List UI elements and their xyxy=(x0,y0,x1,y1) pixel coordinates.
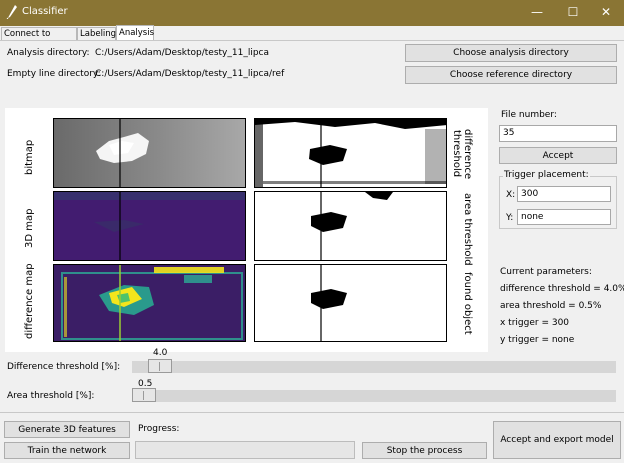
reference-directory-label: Empty line directory: xyxy=(7,69,101,79)
param-y-trigger: y trigger = none xyxy=(500,335,575,345)
area-threshold-image xyxy=(254,191,447,261)
title-bar: Classifier — ☐ ✕ xyxy=(0,0,624,26)
difference-map-image xyxy=(53,264,246,342)
map3d-label: 3D map xyxy=(24,208,35,248)
reference-directory-path: C:/Users/Adam/Desktop/testy_11_lipca/ref xyxy=(95,69,285,79)
tab-bar: Connect to server Labeling Analysis xyxy=(0,25,624,51)
found-object-label: found object xyxy=(462,271,473,335)
difference-threshold-slider[interactable] xyxy=(132,359,616,373)
difference-threshold-slider-label: Difference threshold [%]: xyxy=(7,362,121,372)
difference-threshold-image xyxy=(254,118,447,188)
found-object-image xyxy=(254,264,447,342)
analysis-directory-path: C:/Users/Adam/Desktop/testy_11_lipca xyxy=(95,48,269,58)
minimize-button[interactable]: — xyxy=(519,0,555,26)
difference-threshold-label: difference threshold xyxy=(451,128,473,180)
choose-reference-directory-button[interactable]: Choose reference directory xyxy=(405,66,617,84)
area-threshold-drawing xyxy=(311,192,393,260)
progress-label: Progress: xyxy=(138,424,180,434)
train-network-button[interactable]: Train the network xyxy=(4,442,130,459)
bitmap-label: bitmap xyxy=(24,139,35,175)
file-number-input[interactable]: 35 xyxy=(499,125,617,142)
progress-bar xyxy=(135,441,355,459)
tab-analysis[interactable]: Analysis xyxy=(116,25,154,40)
difference-threshold-slider-thumb[interactable] xyxy=(148,359,172,373)
plot-panel: bitmap 3D map difference map difference … xyxy=(5,108,488,352)
difference-map-label: difference map xyxy=(24,263,35,339)
difference-threshold-slider-value: 4.0 xyxy=(153,348,168,358)
trigger-y-input[interactable]: none xyxy=(517,209,611,225)
accept-button[interactable]: Accept xyxy=(499,147,617,164)
app-feather-icon xyxy=(6,5,17,19)
trigger-placement-label: Trigger placement: xyxy=(503,170,590,180)
area-threshold-slider-thumb[interactable] xyxy=(132,388,156,402)
tab-labeling[interactable]: Labeling xyxy=(77,27,116,40)
param-x-trigger: x trigger = 300 xyxy=(500,318,570,328)
tab-connect-to-server[interactable]: Connect to server xyxy=(1,27,77,51)
analysis-directory-label: Analysis directory: xyxy=(7,48,90,58)
choose-analysis-directory-button[interactable]: Choose analysis directory xyxy=(405,44,617,62)
window-title: Classifier xyxy=(22,6,68,17)
current-parameters-title: Current parameters: xyxy=(500,267,592,277)
trigger-y-label: Y: xyxy=(506,213,514,223)
map3d-drawing xyxy=(54,192,245,260)
found-object-drawing xyxy=(311,265,347,341)
difference-threshold-drawing xyxy=(255,119,446,187)
difference-map-drawing xyxy=(54,265,245,341)
stop-process-button[interactable]: Stop the process xyxy=(362,442,487,459)
bitmap-image xyxy=(53,118,246,188)
bottom-separator xyxy=(0,412,624,413)
trigger-x-label: X: xyxy=(506,190,516,200)
param-difference-threshold: difference threshold = 4.0% xyxy=(500,284,624,294)
trigger-x-input[interactable]: 300 xyxy=(517,186,611,202)
area-threshold-slider[interactable] xyxy=(132,388,616,402)
area-threshold-slider-label: Area threshold [%]: xyxy=(7,391,95,401)
generate-3d-features-button[interactable]: Generate 3D features xyxy=(4,421,130,438)
file-number-label: File number: xyxy=(501,110,557,120)
maximize-button[interactable]: ☐ xyxy=(555,0,591,26)
accept-export-model-button[interactable]: Accept and export model xyxy=(493,421,621,459)
bitmap-drawing xyxy=(96,119,149,187)
close-button[interactable]: ✕ xyxy=(588,0,624,26)
param-area-threshold: area threshold = 0.5% xyxy=(500,301,602,311)
area-threshold-label: area threshold xyxy=(462,192,473,266)
map3d-image xyxy=(53,191,246,261)
